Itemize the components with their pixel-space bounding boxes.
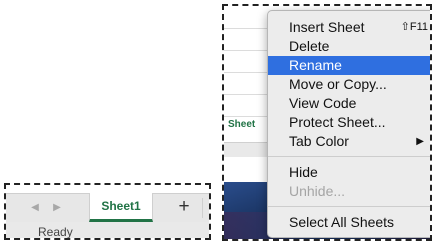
menu-item-label: Move or Copy... bbox=[289, 76, 387, 92]
scroll-left-arrow-icon[interactable]: ◀ bbox=[30, 202, 40, 214]
menu-item-label: Insert Sheet bbox=[289, 19, 365, 35]
menu-item-hide[interactable]: Hide bbox=[268, 163, 430, 182]
menu-separator bbox=[268, 156, 430, 157]
menu-item-label: View Code bbox=[289, 95, 357, 111]
menu-item-label: Delete bbox=[289, 38, 330, 54]
menu-item-unhide: Unhide... bbox=[268, 182, 430, 201]
sheet-tab-bar: ◀ ▶ Sheet1 + bbox=[6, 193, 209, 223]
menu-item-move-or-copy[interactable]: Move or Copy... bbox=[268, 75, 430, 94]
shortcut-label: ⇧F11 bbox=[400, 21, 428, 33]
status-ready-text: Ready bbox=[38, 225, 73, 239]
menu-item-label: Rename bbox=[289, 57, 342, 73]
menu-item-insert-sheet[interactable]: Insert Sheet ⇧F11 bbox=[268, 18, 430, 37]
sheet-context-menu: Insert Sheet ⇧F11 Delete Rename Move or … bbox=[267, 10, 430, 238]
menu-item-select-all-sheets[interactable]: Select All Sheets bbox=[268, 213, 430, 232]
menu-item-delete[interactable]: Delete bbox=[268, 37, 430, 56]
menu-item-label: Unhide... bbox=[289, 183, 346, 199]
menu-item-label: Protect Sheet... bbox=[289, 114, 386, 130]
divider bbox=[202, 198, 203, 218]
sheet-tab-sheet1[interactable]: Sheet1 bbox=[89, 193, 153, 222]
menu-item-rename[interactable]: Rename bbox=[268, 56, 430, 75]
scroll-right-arrow-icon[interactable]: ▶ bbox=[52, 202, 62, 214]
menu-separator bbox=[268, 206, 430, 207]
status-bar: Ready bbox=[6, 222, 209, 239]
menu-item-label: Tab Color bbox=[289, 133, 349, 149]
add-sheet-button[interactable]: + bbox=[174, 196, 194, 218]
tab-strip-background bbox=[224, 142, 268, 157]
menu-item-label: Hide bbox=[289, 164, 318, 180]
context-menu-crop: Sheet Insert Sheet ⇧F11 Delete Rename Mo… bbox=[222, 4, 432, 241]
partial-sheet-tab[interactable]: Sheet bbox=[228, 119, 255, 130]
menu-item-protect-sheet[interactable]: Protect Sheet... bbox=[268, 113, 430, 132]
menu-item-label: Select All Sheets bbox=[289, 214, 395, 230]
sheet-tab-bar-crop: ◀ ▶ Sheet1 + Ready bbox=[4, 183, 211, 240]
menu-item-view-code[interactable]: View Code bbox=[268, 94, 430, 113]
menu-item-tab-color[interactable]: Tab Color ▶ bbox=[268, 132, 430, 151]
submenu-arrow-icon: ▶ bbox=[416, 136, 424, 147]
